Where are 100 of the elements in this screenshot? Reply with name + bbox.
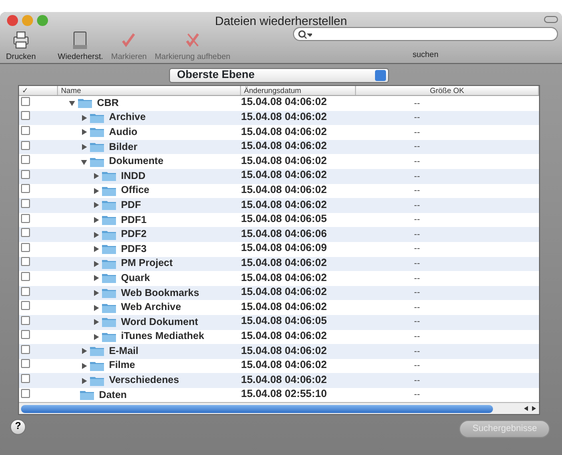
disclosure-triangle[interactable]: [68, 99, 76, 108]
checkbox[interactable]: [21, 111, 30, 120]
horizontal-scrollbar[interactable]: [19, 402, 539, 414]
folder-name: PDF1: [121, 214, 147, 228]
checkbox[interactable]: [21, 344, 30, 354]
disclosure-triangle[interactable]: [80, 143, 88, 152]
disclosure-triangle[interactable]: [92, 289, 100, 298]
window-title: Dateien wiederherstellen: [214, 12, 348, 30]
checkbox[interactable]: [21, 272, 30, 281]
size-cell: --: [414, 374, 420, 385]
folder-icon: [102, 230, 116, 240]
checkbox[interactable]: [21, 330, 30, 340]
folder-icon: [102, 244, 116, 254]
folder-icon: [80, 390, 94, 400]
folder-icon: [102, 258, 116, 269]
disclosure-triangle[interactable]: [80, 114, 88, 122]
date-cell: 15.04.08 04:06:06: [241, 228, 327, 240]
folder-icon: [102, 273, 116, 284]
date-cell: 15.04.08 04:06:02: [241, 111, 327, 124]
help-button[interactable]: ?: [10, 419, 26, 436]
size-cell: --: [414, 316, 420, 326]
checkbox[interactable]: [21, 359, 30, 368]
size-cell: --: [414, 170, 420, 181]
size-cell: --: [414, 185, 420, 196]
folder-icon: [90, 346, 104, 356]
disclosure-triangle[interactable]: [92, 274, 100, 282]
folder-icon: [78, 98, 92, 108]
disclosure-triangle[interactable]: [92, 332, 100, 341]
date-cell: 15.04.08 04:06:02: [241, 198, 327, 211]
disclosure-triangle[interactable]: [92, 216, 100, 224]
date-cell: 15.04.08 04:06:02: [241, 359, 327, 372]
folder-name: Dokumente: [109, 155, 164, 170]
toolbar-button[interactable]: Drucken: [2, 31, 40, 61]
search-field[interactable]: [293, 27, 558, 41]
scope-popup[interactable]: Oberste Ebene: [169, 68, 389, 83]
checkbox[interactable]: [21, 155, 30, 164]
size-cell: --: [414, 272, 420, 283]
folder-name: PDF: [121, 198, 141, 213]
folder-name: Archive: [109, 111, 146, 126]
checkbox[interactable]: [21, 140, 30, 150]
toolbar-toggle-button[interactable]: [544, 16, 558, 23]
zoom-button[interactable]: [37, 15, 48, 26]
folder-icon: [102, 200, 116, 210]
checkbox[interactable]: [21, 316, 30, 325]
disclosure-triangle[interactable]: [92, 230, 100, 239]
folder-icon: [102, 302, 116, 313]
checkbox[interactable]: [21, 286, 30, 296]
size-cell: --: [414, 302, 420, 312]
date-cell: 15.04.08 04:06:02: [241, 96, 327, 108]
folder-name: Web Bookmarks: [121, 286, 200, 301]
folder-name: PDF2: [121, 228, 147, 242]
folder-name: CBR: [97, 96, 119, 111]
disclosure-triangle[interactable]: [92, 172, 100, 180]
folder-icon: [90, 156, 104, 167]
checkbox[interactable]: [21, 170, 30, 179]
date-cell: 15.04.08 04:06:02: [241, 256, 327, 269]
checkbox[interactable]: [21, 388, 30, 398]
disclosure-triangle[interactable]: [80, 128, 88, 136]
checkbox[interactable]: [21, 257, 30, 266]
checkbox[interactable]: [21, 374, 30, 384]
folder-name: Bilder: [109, 140, 138, 155]
checkbox[interactable]: [21, 96, 30, 106]
date-cell: 15.04.08 04:06:05: [241, 315, 327, 328]
checkbox[interactable]: [21, 214, 30, 223]
close-button[interactable]: [7, 15, 18, 26]
disclosure-triangle[interactable]: [92, 304, 100, 312]
size-cell: --: [414, 243, 420, 254]
scroll-arrows-icon[interactable]: [523, 405, 537, 412]
size-cell: --: [414, 214, 420, 224]
folder-icon: [90, 127, 104, 138]
folder-name: Web Archive: [121, 301, 182, 316]
folder-name: Daten: [99, 388, 127, 403]
disclosure-triangle[interactable]: [80, 376, 88, 385]
disclosure-triangle[interactable]: [92, 186, 100, 195]
size-cell: --: [414, 112, 420, 122]
toolbar-button[interactable]: Wiederherst.: [54, 31, 108, 61]
disclosure-triangle[interactable]: [92, 260, 100, 268]
folder-name: PDF3: [121, 242, 147, 257]
checkbox[interactable]: [21, 228, 30, 238]
checkbox[interactable]: [21, 242, 30, 252]
printer-icon: [10, 31, 31, 50]
checkbox[interactable]: [21, 198, 30, 208]
disclosure-triangle[interactable]: [92, 201, 100, 210]
disclosure-triangle[interactable]: [80, 158, 88, 166]
folder-name: Verschiedenes: [109, 374, 180, 388]
date-cell: 15.04.08 04:06:02: [241, 374, 327, 386]
checkbox[interactable]: [21, 126, 30, 135]
folder-icon: [102, 215, 116, 226]
disclosure-triangle[interactable]: [92, 245, 100, 254]
disclosure-triangle[interactable]: [92, 318, 100, 326]
disclosure-triangle[interactable]: [80, 347, 88, 356]
folder-name: Audio: [109, 126, 138, 140]
disclosure-triangle[interactable]: [80, 362, 88, 370]
date-cell: 15.04.08 04:06:02: [241, 286, 327, 298]
date-cell: 15.04.08 04:06:02: [241, 330, 327, 342]
size-cell: --: [414, 228, 420, 239]
size-cell: --: [414, 360, 420, 370]
checkbox[interactable]: [21, 301, 30, 310]
folder-icon: [102, 288, 116, 298]
checkbox[interactable]: [21, 184, 30, 194]
